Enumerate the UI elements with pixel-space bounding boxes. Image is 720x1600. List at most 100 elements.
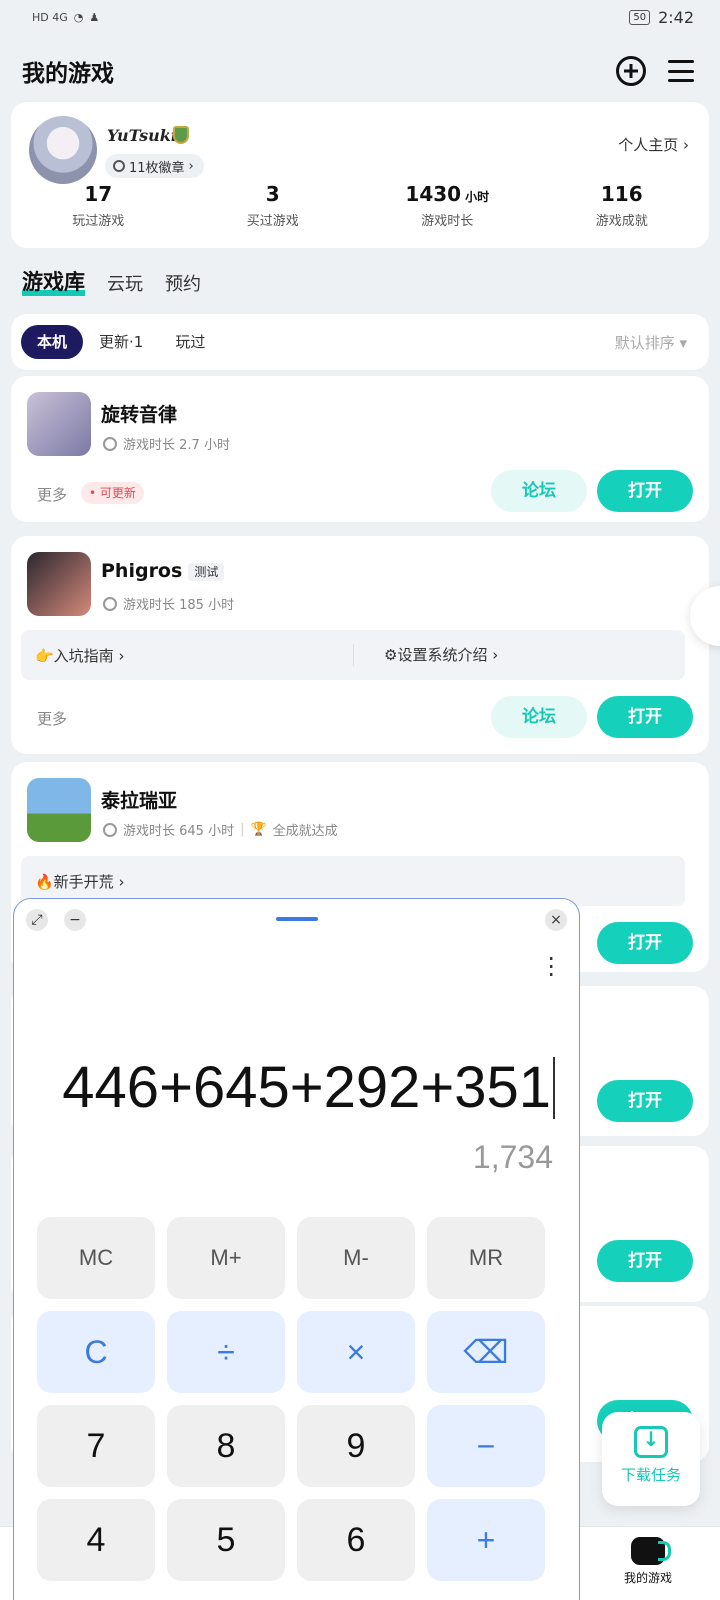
open-button[interactable]: 打开: [597, 1240, 693, 1282]
filter-updates[interactable]: 更新·1: [83, 325, 159, 359]
key-divide[interactable]: ÷: [167, 1311, 285, 1393]
medal-count: 11枚徽章: [129, 160, 185, 176]
download-label: 下载任务: [620, 1466, 681, 1484]
stat-achievements[interactable]: 116 游戏成就: [535, 182, 710, 229]
game-playtime: 游戏时长 2.7 小时: [103, 434, 230, 453]
stat-value: 1430: [405, 182, 462, 206]
stat-played[interactable]: 17 玩过游戏: [11, 182, 186, 229]
nav-label: 我的游戏: [623, 1571, 672, 1585]
stat-bought[interactable]: 3 买过游戏: [186, 182, 361, 229]
key-m-plus[interactable]: M+: [167, 1217, 285, 1299]
shield-badge-icon: [173, 126, 189, 144]
app-header: 我的游戏: [0, 46, 720, 96]
network-indicator: HD 4G: [32, 10, 68, 24]
stats-row: 17 玩过游戏 3 买过游戏 1430 小时 游戏时长 116 游戏成就: [11, 182, 709, 229]
username: YuTsuki: [107, 126, 177, 145]
battery-icon: 50: [629, 9, 651, 25]
update-badge: • 可更新: [81, 482, 144, 504]
key-multiply[interactable]: ×: [297, 1311, 415, 1393]
key-4[interactable]: 4: [37, 1499, 155, 1581]
page-title: 我的游戏: [22, 61, 114, 87]
game-icon[interactable]: [27, 552, 91, 616]
game-name: Phigros 测试: [101, 560, 225, 582]
timer-icon: [103, 822, 117, 837]
drag-handle[interactable]: [276, 917, 318, 921]
library-tabs: 游戏库 云玩 预约: [22, 266, 201, 296]
guide-link-newbie[interactable]: 🔥新手开荒 ›: [21, 871, 353, 892]
window-titlebar[interactable]: ⤢ − ×: [14, 899, 579, 939]
stat-label: 游戏成就: [595, 214, 648, 229]
status-left: HD 4G ◔ ♟: [32, 11, 99, 24]
key-9[interactable]: 9: [297, 1405, 415, 1487]
key-8[interactable]: 8: [167, 1405, 285, 1487]
sort-dropdown[interactable]: 默认排序 ▾: [615, 332, 687, 353]
game-name: 泰拉瑞亚: [101, 790, 178, 812]
clock: 2:42: [658, 7, 694, 27]
tab-reserve[interactable]: 预约: [165, 270, 201, 296]
add-game-icon[interactable]: [616, 56, 646, 86]
game-card: 旋转音律 游戏时长 2.7 小时 更多 • 可更新 论坛 打开: [11, 376, 709, 522]
guide-bar: 👉入坑指南 › ⚙设置系统介绍 ›: [21, 630, 685, 680]
close-icon[interactable]: ×: [545, 909, 567, 931]
stat-value: 116: [600, 182, 643, 206]
minimize-icon[interactable]: −: [64, 909, 86, 931]
avatar[interactable]: [29, 116, 97, 184]
more-button[interactable]: 更多: [37, 708, 67, 729]
key-7[interactable]: 7: [37, 1405, 155, 1487]
homepage-link[interactable]: 个人主页 ›: [618, 134, 689, 155]
game-playtime: 游戏时长 185 小时: [103, 594, 234, 613]
guide-link-beginner[interactable]: 👉入坑指南 ›: [21, 645, 353, 666]
key-mc[interactable]: MC: [37, 1217, 155, 1299]
stat-value: 17: [84, 182, 113, 206]
game-icon[interactable]: [27, 392, 91, 456]
open-button[interactable]: 打开: [597, 470, 693, 512]
medal-pill[interactable]: 11枚徽章 ›: [105, 154, 204, 178]
status-bar: HD 4G ◔ ♟ 50 2:42: [0, 0, 720, 34]
header-actions: [616, 56, 694, 86]
game-icon[interactable]: [27, 778, 91, 842]
filter-played[interactable]: 玩过: [159, 325, 221, 359]
expression-display[interactable]: 446+645+292+351: [62, 1057, 555, 1119]
test-badge: 测试: [188, 563, 225, 581]
download-tasks-button[interactable]: 下载任务: [602, 1412, 700, 1506]
stat-label: 买过游戏: [246, 214, 299, 229]
key-5[interactable]: 5: [167, 1499, 285, 1581]
nav-my-games[interactable]: 我的游戏: [624, 1537, 672, 1586]
stat-playtime[interactable]: 1430 小时 游戏时长: [360, 182, 535, 229]
forum-button[interactable]: 论坛: [491, 696, 587, 738]
open-button[interactable]: 打开: [597, 1080, 693, 1122]
medal-icon: [113, 160, 125, 172]
open-button[interactable]: 打开: [597, 696, 693, 738]
menu-icon[interactable]: [668, 60, 694, 82]
gamepad-icon: [630, 1537, 671, 1565]
keypad: MC M+ M- MR C ÷ × ⌫ 7 8 9 − 4 5 6 +: [37, 1217, 545, 1581]
filter-local[interactable]: 本机: [21, 325, 84, 359]
more-options-icon[interactable]: · · ·: [547, 947, 555, 987]
key-subtract[interactable]: −: [427, 1405, 545, 1487]
stat-label: 游戏时长: [421, 214, 474, 229]
guide-link-settings[interactable]: ⚙设置系统介绍 ›: [353, 644, 498, 666]
stat-value: 3: [265, 182, 280, 206]
trophy-icon: 🏆: [250, 822, 267, 837]
open-button[interactable]: 打开: [597, 922, 693, 964]
chevron-right-icon: ›: [188, 158, 194, 174]
timer-icon: [103, 596, 117, 611]
key-add[interactable]: +: [427, 1499, 545, 1581]
download-icon: [634, 1426, 668, 1458]
calculator-window: ⤢ − × · · · 446+645+292+351 1,734 MC M+ M-…: [13, 898, 580, 1600]
status-right: 50 2:42: [629, 8, 694, 27]
more-button[interactable]: 更多: [37, 484, 67, 505]
filter-bar: 本机 更新·1 玩过 默认排序 ▾: [11, 314, 709, 370]
forum-button[interactable]: 论坛: [491, 470, 587, 512]
tab-library[interactable]: 游戏库: [22, 266, 85, 296]
key-mr[interactable]: MR: [427, 1217, 545, 1299]
maximize-icon[interactable]: ⤢: [26, 909, 48, 931]
achievement-status: 全成就达成: [272, 824, 338, 839]
result-preview: 1,734: [472, 1139, 553, 1175]
key-clear[interactable]: C: [37, 1311, 155, 1393]
notification-icon: ♟: [89, 10, 100, 24]
key-m-minus[interactable]: M-: [297, 1217, 415, 1299]
key-6[interactable]: 6: [297, 1499, 415, 1581]
key-backspace[interactable]: ⌫: [427, 1311, 545, 1393]
tab-cloud[interactable]: 云玩: [107, 270, 143, 296]
